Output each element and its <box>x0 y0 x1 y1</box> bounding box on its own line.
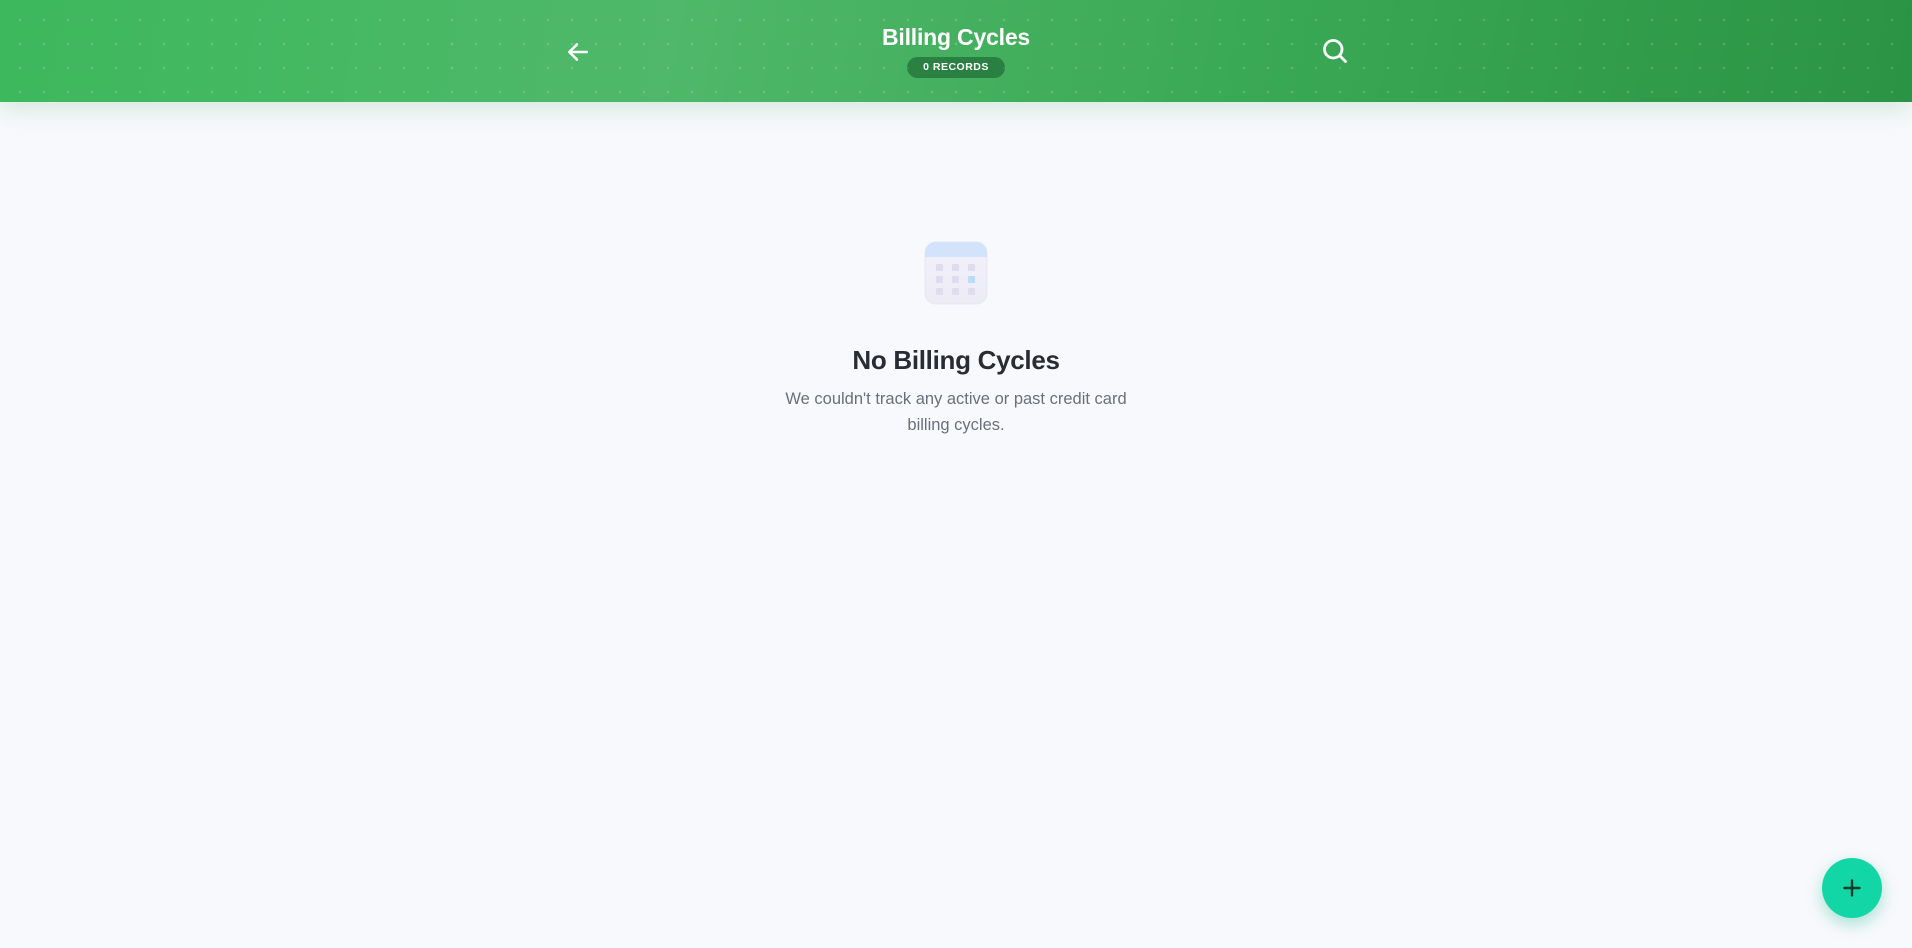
empty-state-title: No Billing Cycles <box>852 345 1060 375</box>
header-title-group: Billing Cycles 0 RECORDS <box>756 22 1156 78</box>
search-icon <box>1323 39 1347 63</box>
add-billing-cycle-button[interactable] <box>1822 858 1882 918</box>
calendar-icon <box>924 241 988 305</box>
back-button[interactable] <box>560 34 596 70</box>
records-count-badge: 0 RECORDS <box>907 57 1005 78</box>
empty-state-description: We couldn't track any active or past cre… <box>785 390 1127 434</box>
page-title: Billing Cycles <box>881 24 1031 50</box>
plus-icon <box>1843 879 1861 897</box>
arrow-left-icon <box>568 43 588 61</box>
app-root: Billing Cycles 0 RECORDS No Billing Cycl… <box>0 0 1912 948</box>
empty-state: No Billing Cycles We couldn't track any … <box>756 240 1156 438</box>
search-button[interactable] <box>1316 32 1354 70</box>
app-header: Billing Cycles 0 RECORDS <box>0 0 1912 102</box>
